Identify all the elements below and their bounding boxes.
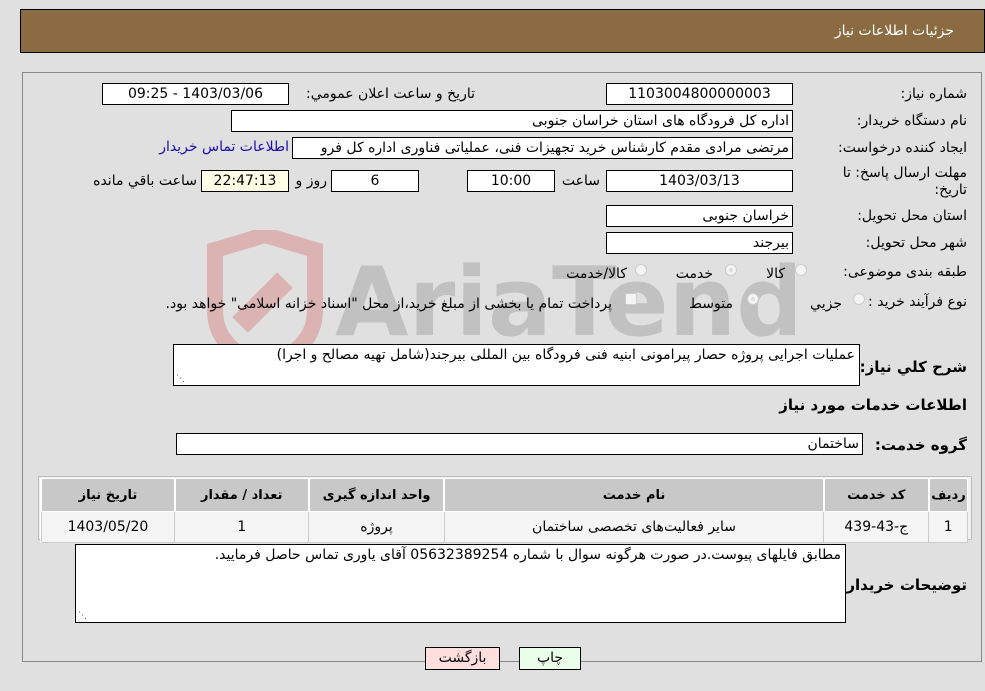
delivery-city-label: شهر محل تحویل:: [865, 235, 967, 251]
purchase-radio-medium[interactable]: [747, 293, 759, 305]
col-quantity: تعداد / مقدار: [173, 478, 310, 512]
days-label: روز و: [295, 173, 328, 189]
remaining-days-field: 6: [331, 170, 419, 192]
deadline-label-line1: مهلت ارسال پاسخ: تا: [842, 165, 967, 181]
col-service-name: نام خدمت: [443, 478, 825, 512]
service-group-label: گروه خدمت:: [874, 436, 967, 454]
col-need-date: تاریخ نیاز: [40, 478, 176, 512]
category-radio-service[interactable]: [725, 264, 737, 276]
cell-quantity: 1: [174, 511, 310, 543]
deadline-label-line2: تاریخ:: [934, 182, 967, 198]
buyer-org-label: نام دستگاه خریدار:: [856, 113, 967, 129]
purchase-radio-minor[interactable]: [853, 293, 865, 305]
services-section-title: اطلاعات خدمات مورد نیاز: [779, 396, 967, 414]
buyer-notes-textarea[interactable]: مطابق فایلهای پیوست.در صورت هرگونه سوال …: [75, 544, 846, 623]
col-row-number: ردیف: [927, 478, 968, 512]
buyer-org-field: اداره کل فرودگاه های استان خراسان جنوبی: [231, 110, 793, 132]
deadline-time-label: ساعت: [561, 173, 600, 189]
resize-grip-icon[interactable]: ⋰: [176, 374, 185, 384]
description-text: عملیات اجرایی پروژه حصار پیرامونی ابنیه …: [276, 347, 855, 363]
category-option-service: خدمت: [675, 266, 713, 282]
col-service-code: کد خدمت: [822, 478, 930, 512]
category-option-goods-service: کالا/خدمت: [566, 266, 627, 282]
announce-datetime-field: 1403/03/06 - 09:25: [102, 83, 289, 105]
delivery-province-label: استان محل تحویل:: [857, 208, 967, 224]
table-row: 1 ج-43-439 سایر فعالیت‌های تخصصی ساختمان…: [40, 511, 968, 543]
back-button[interactable]: بازگشت: [425, 647, 500, 670]
category-radio-goods[interactable]: [795, 264, 807, 276]
cell-service-code: ج-43-439: [823, 511, 930, 543]
delivery-city-field: بیرجند: [606, 232, 793, 254]
requester-field: مرتضی مرادی مقدم کارشناس خرید تجهیزات فن…: [292, 137, 793, 159]
treasury-checkbox[interactable]: [625, 293, 637, 305]
category-radio-goods-service[interactable]: [635, 264, 647, 276]
print-button[interactable]: چاپ: [519, 647, 581, 670]
purchase-option-minor: جزيي: [810, 296, 842, 312]
description-textarea[interactable]: عملیات اجرایی پروژه حصار پیرامونی ابنیه …: [173, 344, 860, 386]
buyer-contact-link[interactable]: اطلاعات تماس خریدار: [159, 139, 289, 155]
col-unit: واحد اندازه گیری: [307, 478, 445, 512]
purchase-type-label: نوع فرآیند خرید :: [868, 294, 967, 310]
page-title: جزئیات اطلاعات نیاز: [834, 23, 954, 39]
category-option-goods: کالا: [766, 266, 785, 282]
page-header: جزئیات اطلاعات نیاز: [20, 9, 985, 53]
service-group-field: ساختمان: [176, 433, 863, 455]
need-number-field: 1103004800000003: [606, 83, 793, 105]
services-table: ردیف کد خدمت نام خدمت واحد اندازه گیری ت…: [40, 478, 968, 543]
delivery-province-field: خراسان جنوبی: [606, 205, 793, 227]
description-label: شرح كلي نياز:: [859, 358, 967, 376]
cell-row-number: 1: [928, 511, 968, 543]
resize-grip-icon[interactable]: ⋰: [78, 611, 87, 621]
announce-datetime-label: تاریخ و ساعت اعلان عمومي:: [306, 86, 475, 102]
need-number-label: شماره نیاز:: [900, 86, 968, 102]
deadline-date-field: 1403/03/13: [606, 170, 793, 192]
services-table-header: ردیف کد خدمت نام خدمت واحد اندازه گیری ت…: [40, 478, 968, 512]
remaining-time-field: 22:47:13: [201, 170, 289, 192]
cell-unit: پروژه: [308, 511, 445, 543]
buyer-notes-label: توضیحات خریدار:: [840, 576, 967, 594]
requester-label: ایجاد کننده درخواست:: [838, 140, 967, 156]
deadline-time-field: 10:00: [467, 170, 555, 192]
purchase-option-medium: متوسط: [689, 296, 733, 312]
cell-service-name: سایر فعالیت‌های تخصصی ساختمان: [443, 511, 825, 543]
buyer-notes-text: مطابق فایلهای پیوست.در صورت هرگونه سوال …: [214, 547, 841, 563]
remaining-label: ساعت باقي مانده: [93, 173, 197, 189]
treasury-note: پرداخت تمام یا بخشی از مبلغ خرید،از محل …: [165, 296, 612, 312]
category-label: طبقه بندی موضوعی:: [843, 264, 967, 280]
cell-need-date: 1403/05/20: [40, 511, 176, 543]
